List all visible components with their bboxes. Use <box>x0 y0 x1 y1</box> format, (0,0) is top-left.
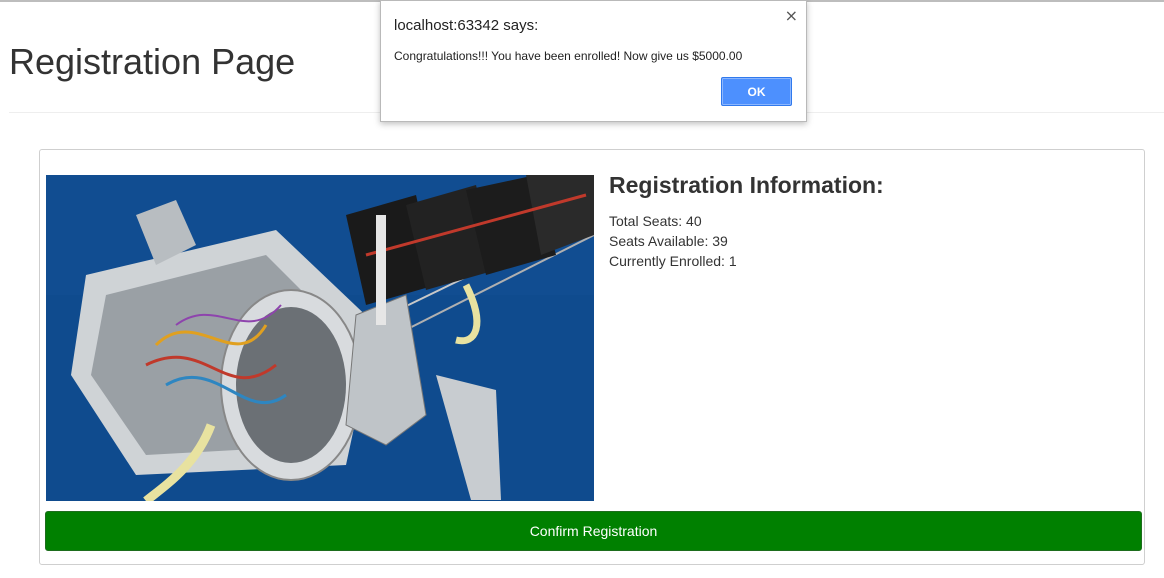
alert-message: Congratulations!!! You have been enrolle… <box>394 49 743 63</box>
alert-dialog: localhost:63342 says: × Congratulations!… <box>380 0 807 122</box>
seats-available-value: 39 <box>712 233 728 249</box>
total-seats-label: Total Seats: <box>609 213 683 229</box>
robot-illustration <box>46 175 594 501</box>
total-seats-value: 40 <box>686 213 702 229</box>
confirm-registration-button[interactable]: Confirm Registration <box>45 511 1142 551</box>
close-icon[interactable]: × <box>785 6 798 25</box>
registration-panel: Registration Information: Total Seats: 4… <box>39 149 1145 565</box>
alert-title: localhost:63342 says: <box>394 17 539 34</box>
seats-available-line: Seats Available: 39 <box>609 231 728 251</box>
currently-enrolled-label: Currently Enrolled: <box>609 253 725 269</box>
total-seats-line: Total Seats: 40 <box>609 211 702 231</box>
page-title: Registration Page <box>9 41 296 82</box>
registration-info-heading: Registration Information: <box>609 172 884 198</box>
ok-button[interactable]: OK <box>721 77 792 106</box>
currently-enrolled-value: 1 <box>728 253 737 269</box>
robot-photo <box>46 175 594 501</box>
seats-available-label: Seats Available: <box>609 233 709 249</box>
currently-enrolled-line: Currently Enrolled: 1 <box>609 251 737 271</box>
